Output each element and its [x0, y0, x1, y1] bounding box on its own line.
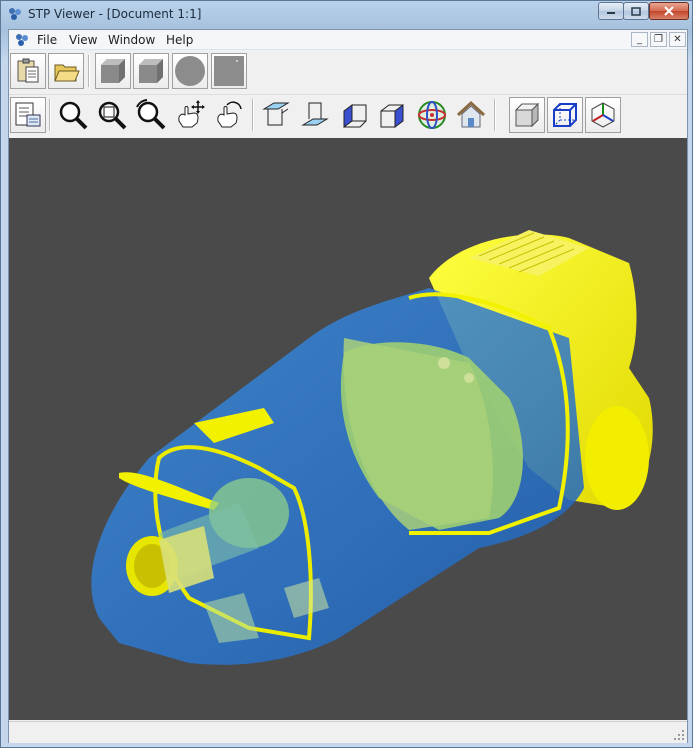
model-render — [91, 230, 653, 665]
square-shape-button[interactable] — [211, 53, 247, 89]
view-left-icon — [343, 104, 367, 128]
zoom-icon — [59, 101, 88, 130]
close-button[interactable] — [649, 2, 689, 20]
properties-button[interactable] — [10, 97, 46, 133]
view-bottom-button[interactable] — [297, 97, 333, 133]
view-right-icon — [380, 104, 404, 128]
view-toolbar — [9, 94, 687, 134]
filter-screw — [438, 357, 450, 369]
square-shape-icon — [214, 56, 244, 86]
shaded-mode-button[interactable] — [509, 97, 545, 133]
menu-bar: File View Window Help _ ❐ ✕ — [9, 30, 687, 50]
mdi-restore-button[interactable]: ❐ — [650, 32, 667, 47]
toolbar-separator — [88, 55, 90, 87]
minimize-icon — [607, 12, 615, 14]
zoom-window-button[interactable] — [94, 97, 130, 133]
wireframe-mode-button[interactable] — [547, 97, 583, 133]
3d-viewport[interactable] — [9, 138, 687, 720]
window-title: STP Viewer - [Document 1:1] — [28, 7, 202, 21]
menu-help[interactable]: Help — [166, 33, 193, 47]
pan-hand-icon — [178, 100, 205, 128]
mdi-close-button[interactable]: ✕ — [669, 32, 686, 47]
app-icon — [9, 8, 21, 20]
view-bottom-icon — [301, 102, 329, 126]
view-top-button[interactable] — [258, 97, 294, 133]
resize-grip-icon[interactable] — [673, 729, 685, 741]
home-icon — [456, 100, 486, 128]
mdi-minimize-button[interactable]: _ — [631, 32, 648, 47]
shaded-box-button-2[interactable] — [133, 53, 169, 89]
circle-shape-button[interactable] — [172, 53, 208, 89]
toolbar-separator — [494, 99, 496, 131]
view-axo-icon — [418, 101, 446, 129]
view-top-icon — [262, 102, 290, 126]
menu-view[interactable]: View — [69, 33, 97, 47]
client-area: File View Window Help _ ❐ ✕ — [8, 29, 688, 743]
shaded-box-button[interactable] — [95, 53, 131, 89]
status-bar — [9, 721, 687, 743]
zoom-rotate-icon — [136, 99, 166, 130]
shaded-box-icon — [101, 59, 125, 83]
filter-screw — [464, 373, 474, 383]
axis-triad-icon — [591, 102, 615, 128]
view-left-button[interactable] — [336, 97, 372, 133]
menu-file[interactable]: File — [37, 33, 57, 47]
maximize-icon — [631, 6, 641, 16]
home-button[interactable] — [453, 97, 489, 133]
circle-shape-icon — [175, 56, 205, 86]
menu-window[interactable]: Window — [108, 33, 155, 47]
zoom-rotate-button[interactable] — [133, 97, 169, 133]
paste-icon — [17, 58, 39, 83]
shaded-box-icon-2 — [139, 59, 163, 83]
paste-button[interactable] — [10, 53, 46, 89]
pan-button[interactable] — [172, 97, 208, 133]
close-icon — [664, 6, 674, 16]
toolbar-separator — [49, 99, 51, 131]
title-bar[interactable]: STP Viewer - [Document 1:1] — [1, 1, 692, 29]
axis-triad-button[interactable] — [585, 97, 621, 133]
shaded-mode-icon — [514, 102, 540, 128]
zoom-window-icon — [98, 101, 127, 130]
main-toolbar — [9, 51, 687, 91]
minimize-button[interactable] — [598, 2, 624, 20]
maximize-button[interactable] — [623, 2, 649, 20]
view-right-button[interactable] — [375, 97, 411, 133]
motor-end-cap — [585, 406, 649, 510]
wireframe-mode-icon — [553, 103, 577, 127]
open-folder-icon — [54, 64, 80, 82]
zoom-button[interactable] — [55, 97, 91, 133]
document-icon[interactable] — [14, 32, 30, 48]
view-axo-button[interactable] — [414, 97, 450, 133]
rotate-button[interactable] — [211, 97, 247, 133]
open-button[interactable] — [48, 53, 84, 89]
toolbar-separator — [252, 99, 254, 131]
app-window: STP Viewer - [Document 1:1] File View Wi… — [0, 0, 693, 748]
rotate-hand-icon — [217, 101, 242, 128]
properties-icon — [15, 102, 41, 127]
